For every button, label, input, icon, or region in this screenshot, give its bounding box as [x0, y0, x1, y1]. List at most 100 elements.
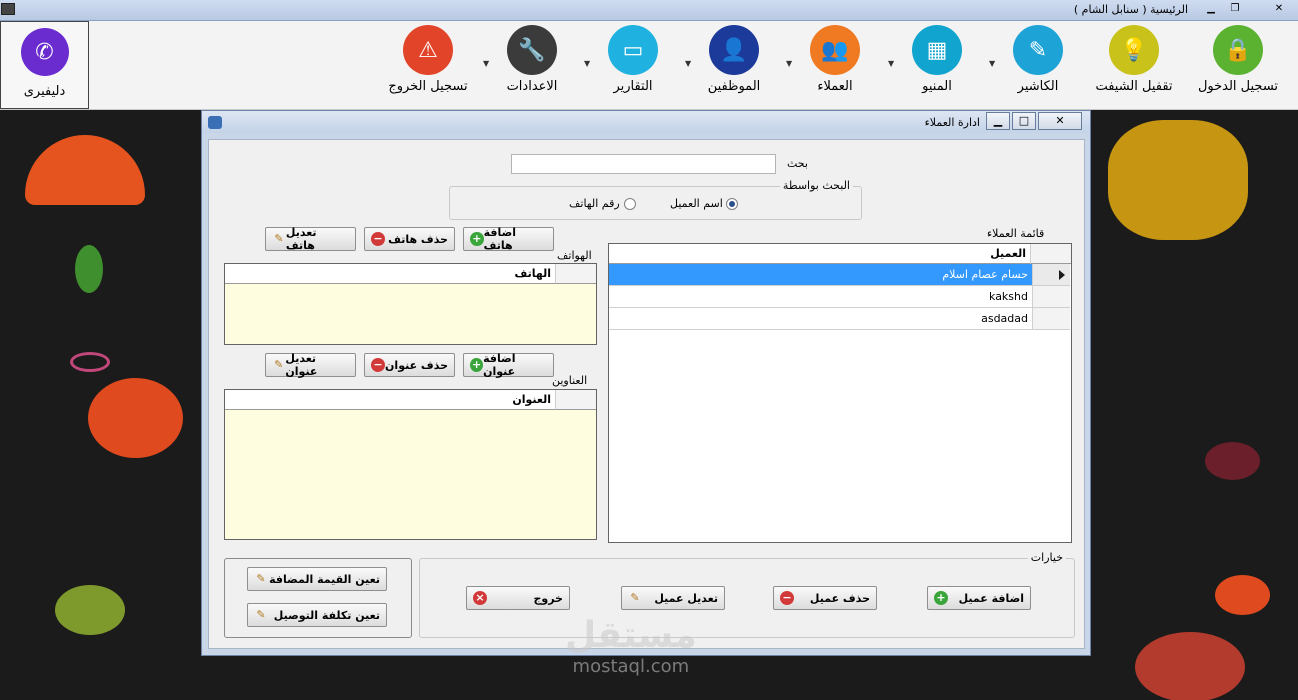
add-icon: +	[934, 591, 948, 605]
search-by-title: البحث بواسطة	[779, 179, 853, 192]
leaf-decoration	[75, 245, 103, 293]
exit-button[interactable]: × خروج	[466, 586, 570, 610]
tomato-slice-decoration	[25, 135, 145, 205]
edit-address-button[interactable]: ✎ تعديل عنوان	[265, 352, 356, 378]
add-customer-button[interactable]: + اضافة عميل	[927, 586, 1031, 610]
search-label: بحث	[787, 157, 808, 170]
main-titlebar: الرئيسية ( سنابل الشام ) ▁ ❐ ✕	[0, 0, 1298, 21]
table-row[interactable]: kakshd	[609, 286, 1032, 308]
delete-phone-label: حذف هاتف	[388, 232, 448, 246]
close-button[interactable]: ✕	[1262, 2, 1296, 17]
dialog-title: ادارة العملاء	[924, 116, 980, 129]
close-icon: ×	[473, 591, 487, 605]
delete-phone-button[interactable]: − حذف هاتف	[364, 227, 455, 251]
table-row[interactable]: حسام عصام اسلام	[609, 264, 1032, 286]
toolbar-employees[interactable]: 👤 الموظفين	[689, 25, 779, 94]
row-selector[interactable]	[1032, 264, 1070, 286]
watermark: مستقل mostaql.com	[565, 615, 697, 677]
phones-grid[interactable]: الهاتف	[224, 263, 597, 345]
add-address-label: اضافة عنوان	[483, 352, 516, 378]
watermark-logo-text: مستقل	[565, 615, 697, 656]
watermark-url: mostaql.com	[572, 656, 690, 677]
edit-phone-button[interactable]: ✎ تعديل هاتف	[265, 226, 356, 252]
dialog-close-button[interactable]: ✕	[1038, 112, 1082, 130]
row-selector[interactable]	[1032, 308, 1070, 330]
toolbar-logout[interactable]: ⚠ تسجيل الخروج	[382, 25, 474, 94]
chevron-down-icon[interactable]: ▼	[888, 59, 894, 68]
set-delivery-cost-button[interactable]: ✎ تعين تكلفة التوصيل	[247, 603, 387, 627]
capers-decoration	[55, 585, 125, 635]
pepper-slice-decoration	[1215, 575, 1270, 615]
set-vat-label: تعين القيمة المضافة	[269, 572, 380, 586]
toolbar-login[interactable]: 🔒 تسجيل الدخول	[1193, 25, 1283, 94]
toolbar-logout-label: تسجيل الخروج	[388, 79, 468, 94]
toolbar-customers[interactable]: 👥 العملاء	[790, 25, 880, 94]
chevron-down-icon[interactable]: ▼	[685, 59, 691, 68]
pencil-icon: ✎	[274, 232, 284, 245]
dialog-minimize-button[interactable]: ▁	[986, 112, 1010, 130]
chevron-down-icon[interactable]: ▼	[483, 59, 489, 68]
dialog-titlebar: ادارة العملاء ▁ □ ✕	[202, 111, 1090, 133]
delete-customer-button[interactable]: − حذف عميل	[773, 586, 877, 610]
toolbar-settings-label: الاعدادات	[506, 79, 558, 94]
search-input[interactable]	[511, 154, 776, 174]
restore-button[interactable]: ❐	[1226, 2, 1244, 17]
customers-column-header: العميل	[609, 244, 1030, 264]
add-phone-button[interactable]: + اضافة هاتف	[463, 226, 554, 252]
edit-document-icon: ✎	[1013, 25, 1063, 75]
olive-decoration	[1205, 442, 1260, 480]
main-window-title: الرئيسية ( سنابل الشام )	[1073, 3, 1188, 16]
toolbar-reports[interactable]: ▭ التقارير	[588, 25, 678, 94]
delivery-button[interactable]: ✆ دليفيرى	[0, 21, 89, 109]
radio-customer-name-label: اسم العميل	[670, 197, 723, 210]
delete-address-button[interactable]: − حذف عنوان	[364, 353, 455, 377]
customers-icon: 👥	[810, 25, 860, 75]
pencil-icon: ✎	[630, 591, 640, 604]
minus-icon: −	[371, 358, 385, 372]
phones-title: الهواتف	[557, 249, 592, 262]
chevron-down-icon[interactable]: ▼	[786, 59, 792, 68]
toolbar-menu[interactable]: ▦ المنيو	[892, 25, 982, 94]
edit-note-icon: ✎	[256, 608, 266, 621]
dialog-body: بحث البحث بواسطة اسم العميل رقم الهاتف +…	[208, 139, 1085, 649]
addresses-grid[interactable]: العنوان	[224, 389, 597, 540]
user-icon	[208, 116, 222, 129]
edit-address-label: تعديل عنوان	[285, 352, 318, 378]
toolbar-employees-label: الموظفين	[707, 79, 761, 94]
salami-decoration	[1135, 632, 1245, 700]
radio-phone-number[interactable]	[624, 198, 636, 210]
row-header-corner	[555, 264, 596, 284]
edit-phone-label: تعديل هاتف	[285, 226, 317, 252]
set-vat-button[interactable]: ✎ تعين القيمة المضافة	[247, 567, 387, 591]
warning-icon: ⚠	[403, 25, 453, 75]
add-address-button[interactable]: + اضافة عنوان	[463, 352, 554, 378]
delete-address-label: حذف عنوان	[385, 358, 448, 372]
chevron-down-icon[interactable]: ▼	[584, 59, 590, 68]
customers-grid[interactable]: العميل حسام عصام اسلام kakshd asdadad	[608, 243, 1072, 543]
add-icon: +	[470, 358, 484, 372]
edit-note-icon: ✎	[256, 572, 266, 585]
extra-settings-group: ✎ تعين القيمة المضافة ✎ تعين تكلفة التوص…	[224, 558, 412, 638]
lightbulb-icon: 💡	[1109, 25, 1159, 75]
chevron-down-icon[interactable]: ▼	[989, 59, 995, 68]
edit-customer-label: تعديل عميل	[654, 591, 718, 605]
exit-label: خروج	[533, 591, 563, 605]
toolbar-close-shift-label: تقفيل الشيفت	[1095, 79, 1173, 94]
radio-customer-name[interactable]	[726, 198, 738, 210]
phone-icon: ✆	[20, 28, 69, 76]
minimize-button[interactable]: ▁	[1202, 2, 1220, 17]
toolbar-close-shift[interactable]: 💡 تقفيل الشيفت	[1089, 25, 1179, 94]
row-header-corner	[1030, 244, 1071, 264]
table-row[interactable]: asdadad	[609, 308, 1032, 330]
edit-customer-button[interactable]: ✎ تعديل عميل	[621, 586, 725, 610]
grid-menu-icon: ▦	[912, 25, 962, 75]
onion-decoration	[70, 352, 110, 372]
minus-icon: −	[780, 591, 794, 605]
row-selector[interactable]	[1032, 286, 1070, 308]
toolbar-cashier[interactable]: ✎ الكاشير	[993, 25, 1083, 94]
pepper-decoration	[1108, 120, 1248, 240]
row-header-corner	[555, 390, 596, 410]
dialog-maximize-button[interactable]: □	[1012, 112, 1036, 130]
options-group: خيارات + اضافة عميل − حذف عميل ✎ تعديل ع…	[419, 551, 1075, 638]
toolbar-settings[interactable]: 🔧 الاعدادات	[487, 25, 577, 94]
